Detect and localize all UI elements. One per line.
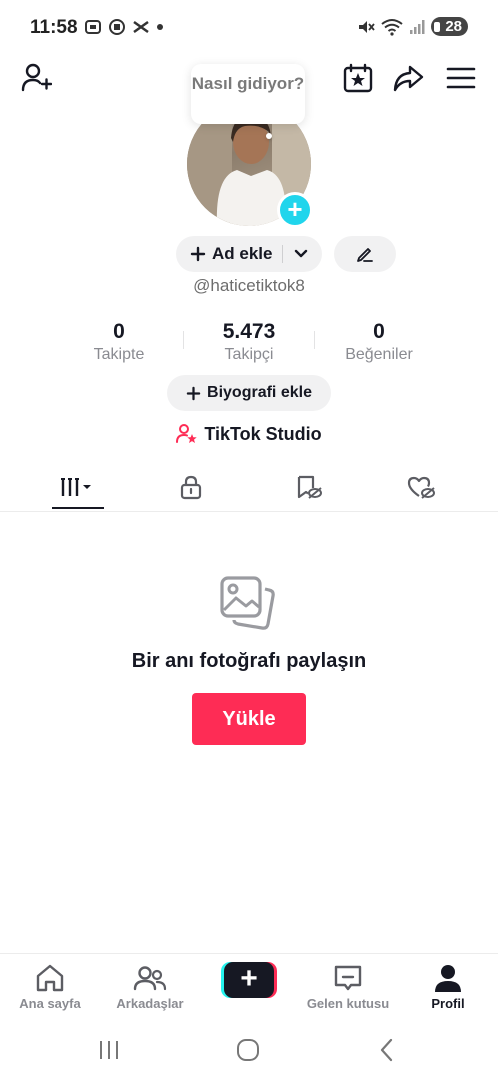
followers-count: 5.473 xyxy=(222,320,276,343)
username: @haticetiktok8 xyxy=(193,276,305,295)
status-icons-right: 28 xyxy=(357,17,468,36)
tab-liked[interactable] xyxy=(391,462,451,512)
signal-icon xyxy=(410,19,425,34)
upload-button[interactable]: Yükle xyxy=(192,693,306,745)
active-tab-indicator xyxy=(52,507,104,509)
add-name-button[interactable]: Ad ekle xyxy=(176,236,322,272)
plus-icon xyxy=(190,246,206,262)
grid-videos-icon xyxy=(61,478,91,496)
add-name-label: Ad ekle xyxy=(212,244,273,263)
back-icon xyxy=(380,1038,393,1062)
studio-label: TikTok Studio xyxy=(204,423,322,444)
add-avatar-button[interactable]: + xyxy=(277,192,313,228)
tab-saved[interactable] xyxy=(278,462,338,512)
home-circle-icon xyxy=(237,1039,259,1061)
content-tabs xyxy=(0,462,498,512)
home-icon xyxy=(36,964,64,992)
add-bio-label: Biyografi ekle xyxy=(207,384,312,401)
empty-state-title: Bir anı fotoğrafı paylaşın xyxy=(131,650,367,672)
status-icons-left xyxy=(84,18,164,36)
nav-profile-label: Profil xyxy=(431,996,465,1011)
lock-icon xyxy=(180,475,202,500)
photos-icon xyxy=(220,576,275,630)
dot-icon xyxy=(157,24,163,30)
studio-icon xyxy=(176,424,198,443)
likes-count: 0 xyxy=(373,320,385,343)
nav-home[interactable]: Ana sayfa xyxy=(0,962,100,1011)
friends-icon xyxy=(133,966,167,991)
battery-icon: 28 xyxy=(431,17,468,36)
nav-inbox-label: Gelen kutusu xyxy=(306,996,390,1011)
inbox-icon xyxy=(334,965,362,991)
bottom-nav: Ana sayfa Arkadaşlar + Gelen kutusu Prof… xyxy=(0,953,498,1021)
heart-hidden-icon xyxy=(407,476,435,499)
add-bio-button[interactable]: Biyografi ekle xyxy=(167,375,331,411)
home-system-button[interactable] xyxy=(233,1037,263,1063)
followers-stat[interactable]: 5.473 Takipçi xyxy=(179,320,319,364)
chevron-down-icon[interactable] xyxy=(293,246,309,262)
recent-apps-button[interactable] xyxy=(94,1037,124,1063)
bookmark-hidden-icon xyxy=(297,475,322,499)
likes-label: Beğeniler xyxy=(345,346,413,363)
followers-label: Takipçi xyxy=(224,346,274,363)
system-nav xyxy=(0,1021,498,1080)
status-bar: 11:58 28 xyxy=(0,0,498,58)
nav-friends-label: Arkadaşlar xyxy=(116,996,184,1011)
following-stat[interactable]: 0 Takipte xyxy=(49,320,189,364)
wifi-icon xyxy=(381,18,403,36)
mute-icon xyxy=(359,20,376,33)
status-time: 11:58 xyxy=(30,17,78,38)
tab-private[interactable] xyxy=(161,462,221,512)
tab-videos[interactable] xyxy=(48,462,108,512)
profile-icon xyxy=(435,965,461,992)
pill-divider xyxy=(282,245,284,263)
status-bubble-text: Nasıl gidiyor? xyxy=(191,74,305,93)
screenshot-icon xyxy=(85,20,101,34)
capcut-icon xyxy=(133,20,149,34)
tiktok-studio-link[interactable]: TikTok Studio xyxy=(0,423,498,445)
likes-stat[interactable]: 0 Beğeniler xyxy=(309,320,449,364)
bubble-dot xyxy=(266,133,272,139)
nav-profile[interactable]: Profil xyxy=(398,962,498,1011)
status-bubble[interactable]: Nasıl gidiyor? xyxy=(191,64,305,124)
back-button[interactable] xyxy=(372,1037,402,1063)
nav-friends[interactable]: Arkadaşlar xyxy=(100,962,200,1011)
menu-icon[interactable] xyxy=(445,62,477,94)
plus-icon xyxy=(186,386,201,400)
add-friend-icon[interactable] xyxy=(20,62,52,94)
nav-inbox[interactable]: Gelen kutusu xyxy=(298,962,398,1011)
calendar-star-icon[interactable] xyxy=(342,62,374,94)
recent-apps-icon xyxy=(100,1041,118,1059)
following-count: 0 xyxy=(113,320,125,343)
pencil-icon xyxy=(357,248,373,262)
nav-home-label: Ana sayfa xyxy=(19,996,81,1011)
create-button[interactable]: + xyxy=(221,962,277,998)
edit-profile-button[interactable] xyxy=(334,236,396,272)
following-label: Takipte xyxy=(93,346,145,363)
create-icon: + xyxy=(224,962,274,998)
record-icon xyxy=(109,19,125,35)
share-icon[interactable] xyxy=(392,62,424,94)
